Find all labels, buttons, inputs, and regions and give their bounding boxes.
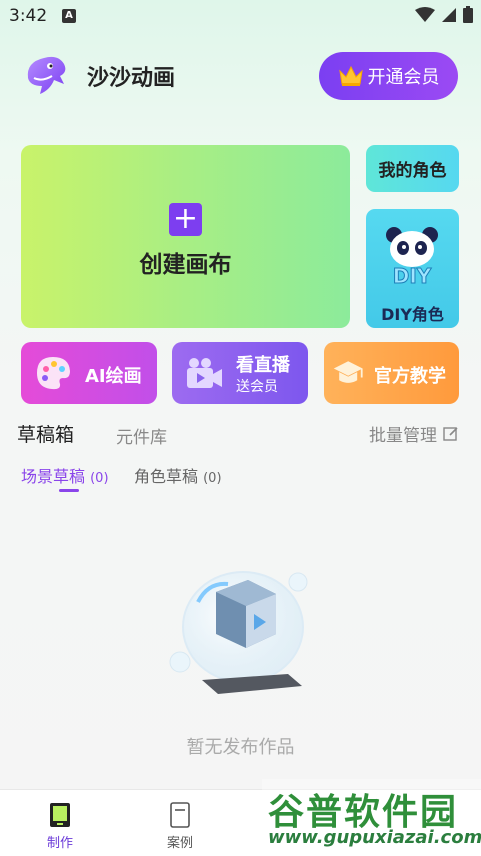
scene-drafts-label: 场景草稿 [21,467,86,486]
plus-icon: + [169,203,202,236]
palette-icon [37,357,70,390]
watch-live-button[interactable]: 看直播 送会员 [172,342,308,404]
tab-components[interactable]: 元件库 [116,423,167,448]
document-icon [170,802,190,828]
scene-drafts-count: (0) [90,471,109,486]
status-icons [415,6,473,23]
official-tutorial-button[interactable]: 官方教学 [324,342,459,404]
ai-drawing-label: AI绘画 [85,366,142,387]
battery-icon [463,6,473,23]
watch-live-sublabel: 送会员 [236,379,278,395]
create-canvas-card[interactable]: + 创建画布 [21,145,350,328]
active-subtab-indicator [59,489,79,492]
crown-icon [338,65,363,86]
diy-logo-text: DIY [393,264,432,287]
status-time: 3:42 [9,6,48,26]
status-bar: 3:42 A [0,0,481,34]
diy-role-card[interactable]: DIY DIY角色 [366,209,459,328]
graduation-cap-icon [333,361,363,383]
signal-icon [442,7,456,22]
batch-manage-button[interactable]: 批量管理 [369,421,459,446]
open-vip-button[interactable]: 开通会员 [319,52,458,100]
nav-make[interactable]: 制作 [30,802,90,851]
diy-role-label: DIY角色 [381,305,444,324]
video-camera-icon [187,358,222,388]
watermark: 谷普软件园 www.gupuxiazai.com [262,779,481,856]
nav-make-label: 制作 [46,836,73,851]
panda-diy-icon: DIY [386,227,438,287]
watermark-url: www.gupuxiazai.com [268,827,481,848]
my-role-label: 我的角色 [378,161,447,181]
create-canvas-label: 创建画布 [139,252,232,278]
batch-manage-label: 批量管理 [369,426,437,446]
my-role-button[interactable]: 我的角色 [366,145,459,192]
nav-cases-label: 案例 [166,836,193,851]
nav-cases[interactable]: 案例 [150,802,210,851]
wifi-icon [415,6,435,22]
edit-icon [443,426,458,441]
empty-box-illustration [169,571,308,694]
role-drafts-count: (0) [203,471,222,486]
subtab-scene-drafts[interactable]: 场景草稿 (0) [21,463,109,487]
notification-icon: A [62,9,76,23]
role-drafts-label: 角色草稿 [134,467,199,486]
app-logo [27,56,66,94]
vip-button-label: 开通会员 [367,67,440,88]
phone-create-icon [50,803,70,827]
ai-drawing-button[interactable]: AI绘画 [21,342,157,404]
subtab-role-drafts[interactable]: 角色草稿 (0) [134,463,222,487]
watch-live-label: 看直播 [236,355,290,376]
app-title: 沙沙动画 [87,66,176,91]
tab-drafts[interactable]: 草稿箱 [17,420,74,447]
official-tutorial-label: 官方教学 [374,366,446,387]
empty-state-text: 暂无发布作品 [186,737,295,758]
